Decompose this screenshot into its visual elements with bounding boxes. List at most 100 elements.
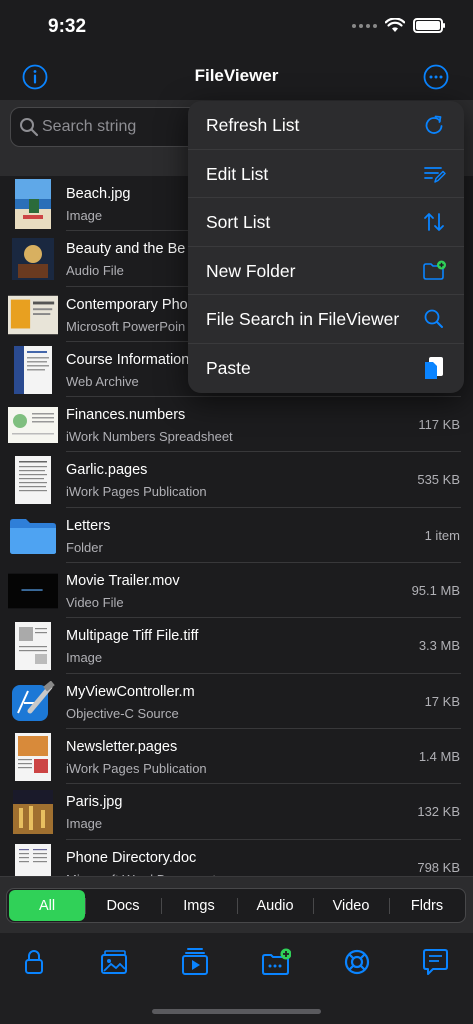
filter-bar: All Docs Imgs Audio Video Fldrs [0,876,473,933]
list-item[interactable]: Paris.jpg Image 132 KB [0,784,473,840]
web-archive-thumbnail [8,345,58,395]
list-item[interactable]: Newsletter.pages iWork Pages Publication… [0,729,473,785]
file-kind: Folder [66,539,103,555]
file-name: Finances.numbers [66,407,186,424]
lock-icon[interactable] [19,947,49,977]
file-name: Course Information [66,351,190,368]
options-menu: Refresh List Edit List Sort List New Fol… [188,101,464,393]
menu-item-label: Refresh List [206,115,300,135]
filter-imgs[interactable]: Imgs [161,890,237,921]
file-size: 535 KB [417,472,460,488]
search-icon [20,118,39,137]
menu-item-label: Edit List [206,163,269,184]
list-item[interactable]: Garlic.pages iWork Pages Publication 535… [0,452,473,508]
document-thumbnail [8,455,58,505]
list-item[interactable]: Letters Folder 1 item [0,508,473,564]
newsletter-thumbnail [8,732,58,782]
navigation-bar: FileViewer [0,54,473,100]
filter-folders[interactable]: Fldrs [389,890,465,921]
spreadsheet-thumbnail [8,400,58,450]
file-kind: Microsoft PowerPoin [66,318,186,334]
menu-item-label: New Folder [206,260,296,281]
filter-video[interactable]: Video [313,890,389,921]
list-item[interactable]: Finances.numbers iWork Numbers Spreadshe… [0,397,473,453]
menu-item-file-search[interactable]: File Search in FileViewer [188,295,464,344]
cellular-dots-icon [352,23,377,28]
file-name: Newsletter.pages [66,738,178,755]
status-bar: 9:32 [0,0,473,54]
sort-arrows-icon [424,213,444,232]
menu-item-label: Sort List [206,212,271,233]
file-name: Beauty and the Be [66,241,186,258]
file-kind: iWork Pages Publication [66,760,207,776]
file-size: 1 item [424,527,460,543]
album-art-thumbnail [8,234,58,284]
file-name: Contemporary Pho [66,296,188,313]
page-title: FileViewer [194,66,279,85]
file-kind: Objective-C Source [66,705,179,721]
paris-thumbnail [8,787,58,837]
xcode-icon [8,677,58,727]
file-size: 17 KB [424,693,460,709]
filter-docs[interactable]: Docs [85,890,161,921]
search-icon [424,309,443,329]
home-indicator[interactable] [152,1009,321,1014]
status-icons [352,18,445,33]
filter-audio[interactable]: Audio [237,890,313,921]
menu-item-refresh-list[interactable]: Refresh List [188,101,464,150]
file-name: MyViewController.m [66,683,195,700]
edit-list-icon [424,166,446,183]
file-size: 3.3 MB [418,638,460,654]
folder-add-icon[interactable] [261,947,291,977]
menu-item-sort-list[interactable]: Sort List [188,198,464,247]
file-kind: iWork Numbers Spreadsheet [66,429,233,445]
file-name: Garlic.pages [66,462,148,479]
file-name: Letters [66,517,111,534]
folder-icon [8,511,58,561]
more-options-icon[interactable] [423,64,449,90]
beach-thumbnail [8,179,58,229]
new-folder-icon [423,260,446,280]
photos-icon[interactable] [99,947,129,977]
word-doc-thumbnail [8,843,58,876]
menu-item-label: File Search in FileViewer [206,309,400,330]
search-placeholder: Search string [42,118,137,135]
presentation-thumbnail [8,290,58,340]
menu-item-edit-list[interactable]: Edit List [188,150,464,199]
file-size: 132 KB [417,804,460,820]
file-kind: Image [66,208,103,223]
file-name: Movie Trailer.mov [66,573,180,590]
help-lifebuoy-icon[interactable] [342,947,372,977]
file-name: Beach.jpg [66,186,131,202]
file-size: 95.1 MB [411,583,460,599]
status-time: 9:32 [48,16,87,37]
paste-icon [425,356,443,379]
file-name: Phone Directory.doc [66,849,197,866]
file-kind: Web Archive [66,373,139,389]
video-player-icon[interactable] [180,947,210,977]
file-kind: Audio File [66,263,124,279]
wifi-icon [385,18,405,32]
list-item[interactable]: Phone Directory.doc Microsoft Word Docum… [0,840,473,876]
filter-all[interactable]: All [9,890,85,921]
tiff-thumbnail [8,621,58,671]
file-kind: Image [66,650,103,666]
filter-segmented-control: All Docs Imgs Audio Video Fldrs [6,888,466,923]
video-thumbnail [8,566,58,616]
menu-item-paste[interactable]: Paste [188,344,464,393]
menu-item-new-folder[interactable]: New Folder [188,247,464,296]
list-item[interactable]: Movie Trailer.mov Video File 95.1 MB [0,563,473,619]
list-item[interactable]: Multipage Tiff File.tiff Image 3.3 MB [0,618,473,674]
file-kind: Video File [66,595,124,611]
file-size: 1.4 MB [418,748,460,764]
feedback-message-icon[interactable] [420,947,450,977]
list-item[interactable]: MyViewController.m Objective-C Source 17… [0,674,473,729]
menu-item-label: Paste [206,357,251,378]
file-name: Multipage Tiff File.tiff [66,628,199,645]
file-size: 117 KB [418,417,460,433]
file-size: 798 KB [417,859,460,875]
file-name: Paris.jpg [66,794,123,811]
file-kind: Image [66,816,103,832]
file-kind: iWork Pages Publication [66,484,207,500]
battery-icon [413,18,445,33]
